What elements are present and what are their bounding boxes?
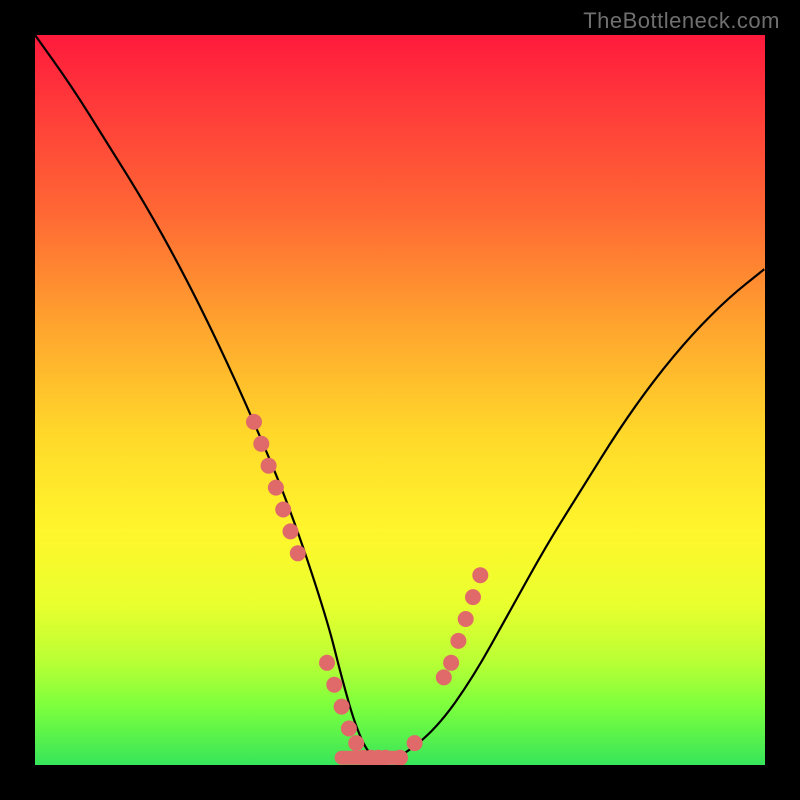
sample-point (268, 480, 284, 496)
sample-point (246, 414, 262, 430)
sample-point (341, 721, 357, 737)
watermark-text: TheBottleneck.com (583, 8, 780, 34)
sample-point (450, 633, 466, 649)
plot-area (35, 35, 765, 765)
sample-point (443, 655, 459, 671)
sample-point (253, 436, 269, 452)
sample-point (436, 669, 452, 685)
bottleneck-curve (35, 35, 765, 758)
outer-frame: TheBottleneck.com (0, 0, 800, 800)
sample-point (465, 589, 481, 605)
bottleneck-chart (35, 35, 765, 765)
sample-point (377, 750, 393, 765)
sample-point (407, 735, 423, 751)
sample-point (348, 735, 364, 751)
sample-point (334, 699, 350, 715)
sample-point (283, 523, 299, 539)
sample-point (326, 677, 342, 693)
sample-point (261, 458, 277, 474)
sample-points (246, 414, 488, 765)
sample-point (392, 750, 408, 765)
sample-point (275, 502, 291, 518)
sample-point (458, 611, 474, 627)
sample-point (290, 545, 306, 561)
sample-point (319, 655, 335, 671)
sample-point (472, 567, 488, 583)
